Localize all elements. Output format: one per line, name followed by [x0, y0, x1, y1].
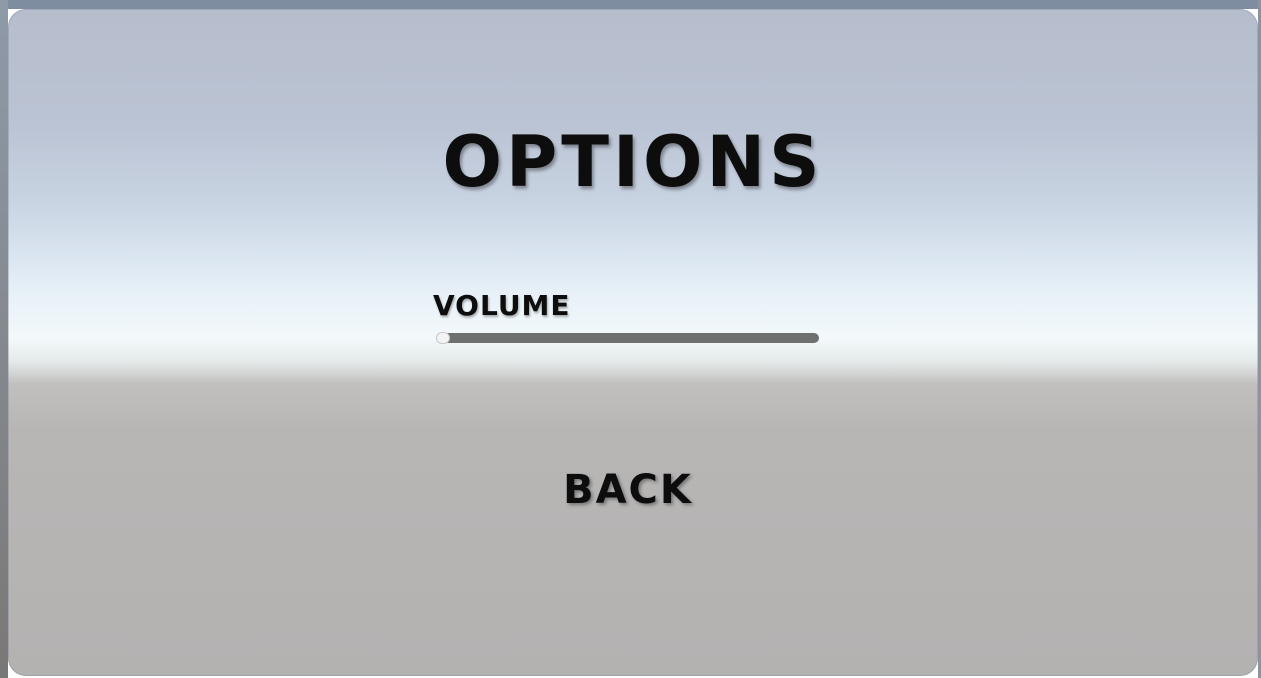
window-frame-top — [0, 0, 1261, 9]
game-viewport: OPTIONS VOLUME BACK — [8, 9, 1258, 676]
volume-slider[interactable] — [436, 332, 819, 344]
volume-slider-handle[interactable] — [436, 332, 450, 344]
options-title: OPTIONS — [442, 121, 824, 203]
back-button[interactable]: BACK — [528, 464, 728, 516]
volume-label: VOLUME — [433, 289, 571, 322]
window-frame-left — [0, 0, 8, 678]
